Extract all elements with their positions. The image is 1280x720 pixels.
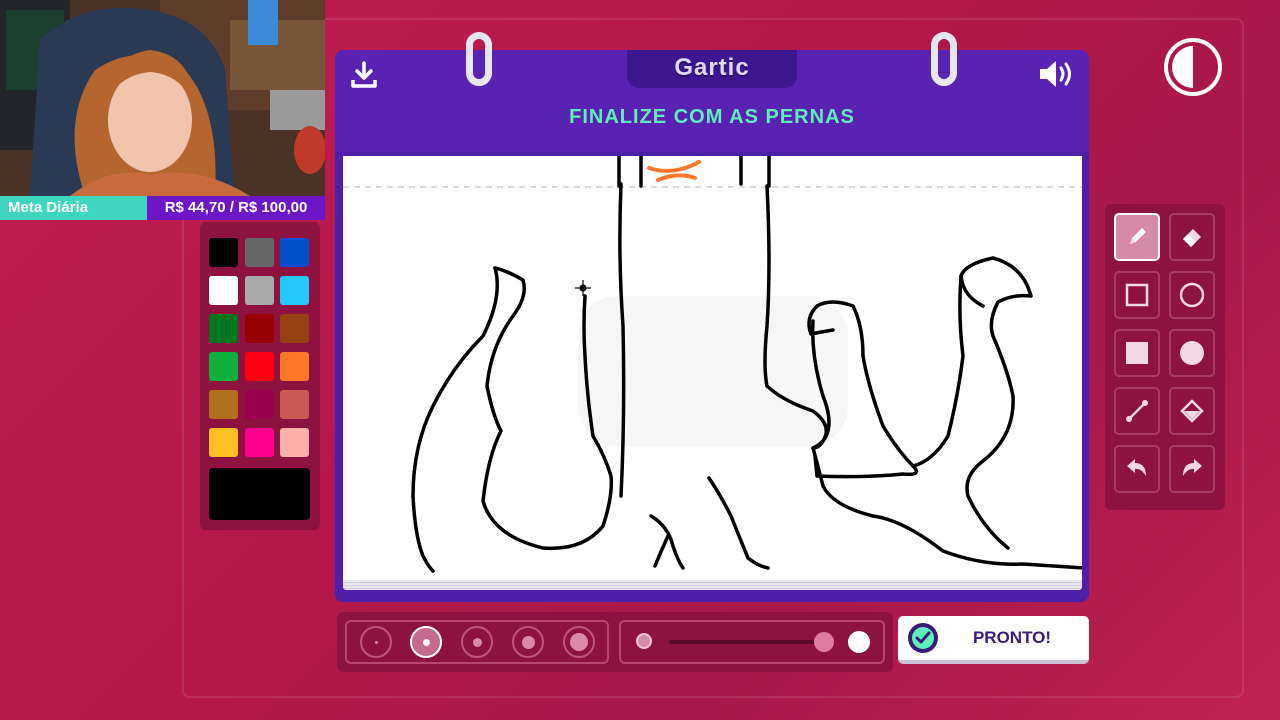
crosshair-cursor bbox=[575, 280, 591, 296]
pencil-tool-button[interactable] bbox=[1114, 213, 1160, 261]
brush-size-1[interactable] bbox=[360, 626, 392, 658]
done-button-label: PRONTO! bbox=[972, 628, 1052, 647]
opacity-slider-track[interactable] bbox=[669, 640, 821, 644]
gartic-phone-watermark bbox=[578, 296, 848, 446]
undo-tool-button[interactable] bbox=[1114, 445, 1160, 493]
pencil-icon bbox=[1130, 228, 1146, 244]
rectangle-fill-tool-button[interactable] bbox=[1114, 329, 1160, 377]
brush-size-panel bbox=[337, 612, 617, 672]
color-swatch-magenta-dark[interactable] bbox=[245, 390, 274, 419]
paper-stack-edge bbox=[343, 580, 1082, 590]
rectangle-outline-tool-button[interactable] bbox=[1114, 271, 1160, 319]
eraser-icon bbox=[1183, 229, 1201, 247]
color-swatch-brown[interactable] bbox=[280, 314, 309, 343]
redo-tool-button[interactable] bbox=[1169, 445, 1215, 493]
current-color-preview bbox=[209, 468, 310, 520]
redo-icon bbox=[1183, 459, 1202, 476]
fill-bucket-icon bbox=[1180, 399, 1204, 423]
binder-ring-right bbox=[931, 32, 957, 86]
fill-bucket-tool-button[interactable] bbox=[1169, 387, 1215, 435]
contrast-icon bbox=[1172, 46, 1193, 88]
color-swatch-rose[interactable] bbox=[280, 390, 309, 419]
opacity-max-icon bbox=[848, 631, 870, 653]
binder-ring-left bbox=[466, 32, 492, 86]
color-swatch-dark-green[interactable] bbox=[209, 314, 238, 343]
brush-size-3[interactable] bbox=[461, 626, 493, 658]
eraser-tool-button[interactable] bbox=[1169, 213, 1215, 261]
color-palette bbox=[200, 222, 320, 530]
brush-size-5[interactable] bbox=[563, 626, 595, 658]
tools-panel bbox=[1105, 204, 1225, 510]
color-swatch-pink[interactable] bbox=[245, 428, 274, 457]
color-swatch-red[interactable] bbox=[245, 352, 274, 381]
color-swatch-gray[interactable] bbox=[245, 238, 274, 267]
opacity-slider-handle[interactable] bbox=[814, 632, 834, 652]
color-swatch-dark-red[interactable] bbox=[245, 314, 274, 343]
drawing-canvas[interactable] bbox=[343, 156, 1082, 582]
done-button[interactable]: PRONTO! bbox=[898, 616, 1089, 664]
color-swatch-tan[interactable] bbox=[209, 390, 238, 419]
line-icon bbox=[1126, 400, 1148, 422]
streamer-webcam bbox=[0, 0, 325, 196]
contrast-toggle-button[interactable] bbox=[1164, 38, 1222, 96]
download-icon[interactable] bbox=[349, 60, 379, 90]
goal-label: Meta Diária bbox=[0, 196, 147, 220]
rectangle-fill-icon bbox=[1126, 342, 1148, 364]
ellipse-fill-icon bbox=[1180, 341, 1204, 365]
opacity-panel bbox=[611, 612, 893, 672]
brush-size-2[interactable] bbox=[410, 626, 442, 658]
color-swatch-black[interactable] bbox=[209, 238, 238, 267]
color-swatch-yellow[interactable] bbox=[209, 428, 238, 457]
drawing-board: Gartic FINALIZE COM AS PERNAS bbox=[335, 32, 1089, 602]
brush-size-4[interactable] bbox=[512, 626, 544, 658]
ellipse-fill-tool-button[interactable] bbox=[1169, 329, 1215, 377]
goal-value: R$ 44,70 / R$ 100,00 bbox=[147, 196, 325, 220]
donation-goal-bar: Meta Diária R$ 44,70 / R$ 100,00 bbox=[0, 196, 325, 220]
color-swatch-orange[interactable] bbox=[280, 352, 309, 381]
color-swatch-light-pink[interactable] bbox=[280, 428, 309, 457]
ellipse-outline-icon bbox=[1179, 282, 1205, 308]
game-logo: Gartic bbox=[674, 54, 750, 81]
color-swatch-green[interactable] bbox=[209, 352, 238, 381]
line-tool-button[interactable] bbox=[1114, 387, 1160, 435]
undo-icon bbox=[1127, 459, 1146, 476]
opacity-min-icon bbox=[636, 633, 652, 649]
color-swatch-white[interactable] bbox=[209, 276, 238, 305]
prompt-instruction: FINALIZE COM AS PERNAS bbox=[569, 106, 855, 128]
rectangle-outline-icon bbox=[1125, 283, 1149, 307]
color-swatch-blue[interactable] bbox=[280, 238, 309, 267]
color-swatch-light-gray[interactable] bbox=[245, 276, 274, 305]
volume-icon[interactable] bbox=[1037, 58, 1077, 90]
color-swatch-cyan[interactable] bbox=[280, 276, 309, 305]
ellipse-outline-tool-button[interactable] bbox=[1169, 271, 1215, 319]
